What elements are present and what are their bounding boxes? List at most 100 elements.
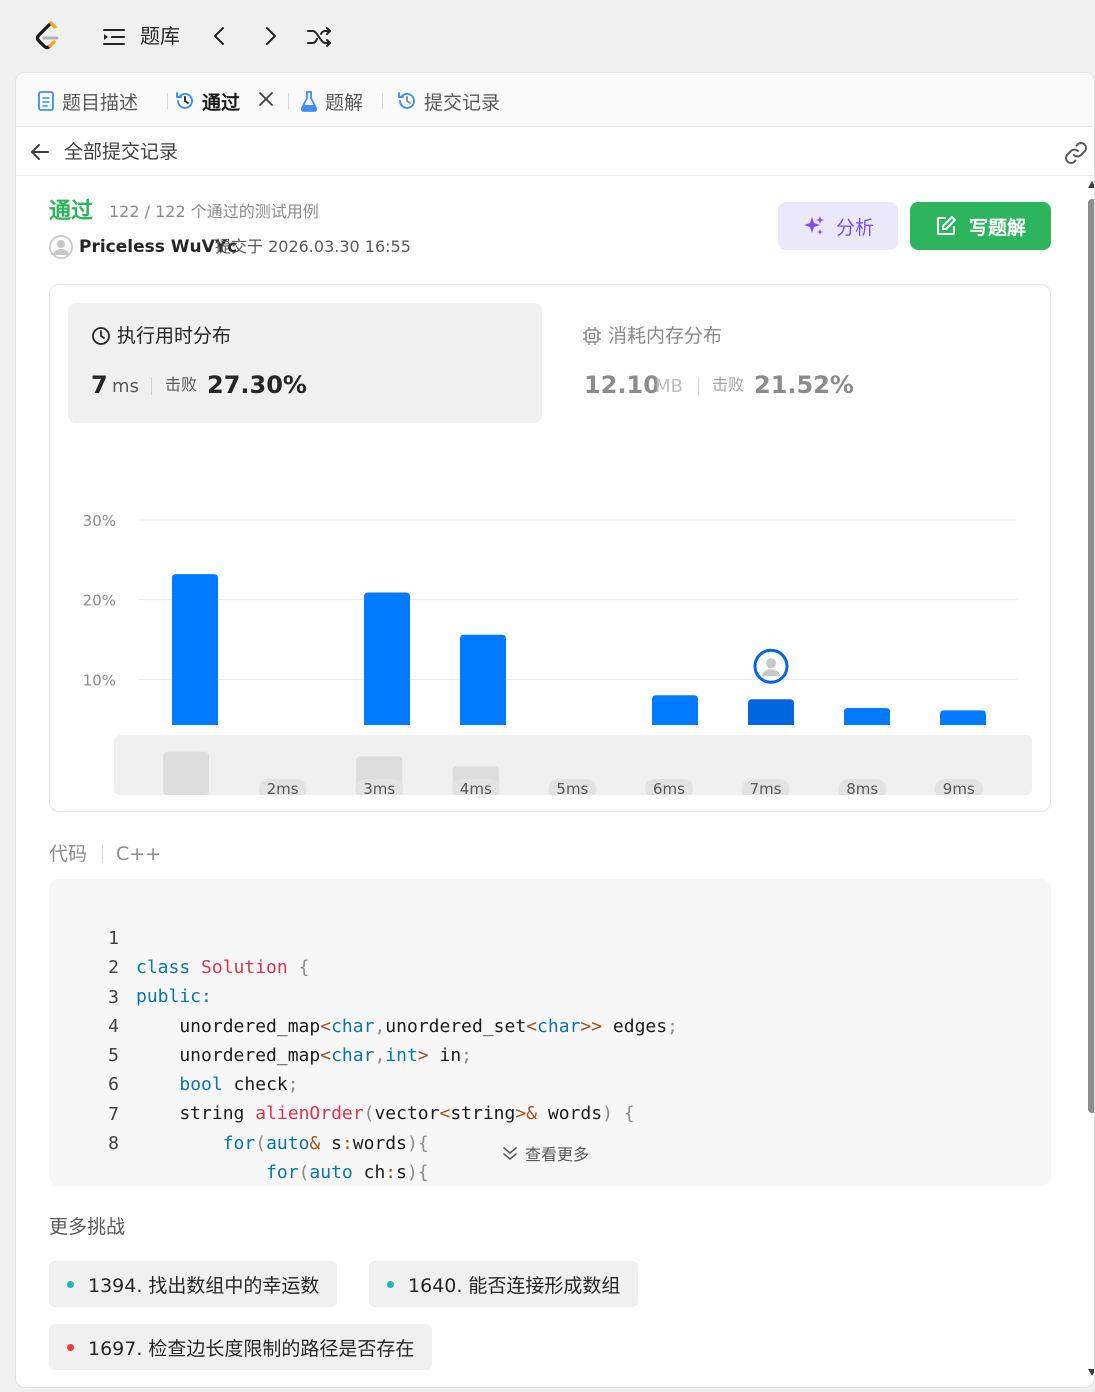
test-cases-count: 122 / 122 个通过的测试用例 [109,202,319,221]
runtime-title: 执行用时分布 [91,323,231,349]
scroll-down-arrow-icon[interactable] [1088,1369,1094,1376]
history-icon [176,92,193,109]
runtime-beat-percent: 27.30% [207,371,307,399]
runtime-beat-label: 击败 [165,375,198,394]
chevron-left-icon[interactable] [207,23,233,49]
tab-divider [167,93,168,109]
submission-panel: 题目描述 通过 题解 提交记录 全部提交记录 通过 122 / 122 个通过的… [15,72,1095,1388]
minimap-tick-label: 4ms [460,780,492,795]
code-line: 3 unordered_map<char,unordered_set<char>… [49,954,1051,1037]
tab-submissions-label: 提交记录 [424,91,501,114]
challenge-label: 1697. 检查边长度限制的路径是否存在 [88,1337,415,1360]
chart-bar[interactable] [172,574,218,725]
memory-title[interactable]: 消耗内存分布 [582,323,722,349]
challenge-label: 1640. 能否连接形成数组 [408,1274,621,1297]
sparkle-icon [803,216,824,235]
code-language: C++ [116,843,162,865]
minimap-tick-label: 8ms [846,780,878,795]
leetcode-logo-icon[interactable] [31,19,65,53]
chart-bar[interactable] [364,592,410,725]
tab-submissions[interactable]: 提交记录 [396,87,500,115]
performance-card: 执行用时分布 7 ms 击败 27.30% 消耗内存分布 12.10 MB 击败… [49,284,1051,812]
all-submissions-link[interactable]: 全部提交记录 [64,138,178,166]
tab-description[interactable]: 题目描述 [36,87,138,115]
challenge-chip[interactable]: 1697. 检查边长度限制的路径是否存在 [49,1324,433,1370]
memory-beat-label: 击败 [712,375,745,394]
divider [151,377,152,395]
y-tick-label: 10% [83,671,116,689]
memory-beat-percent: 21.52% [754,371,854,399]
minimap-tick-label: 6ms [653,780,685,795]
link-icon[interactable] [1062,139,1090,167]
code-line: 7 for(auto& s:words){ [49,1071,1051,1154]
edit-icon [936,216,956,235]
document-icon [38,91,54,111]
code-text: for(auto& s:words){ [222,1133,429,1154]
minimap-tick-label: 9ms [943,780,975,795]
challenge-chip[interactable]: 1394. 找出数组中的幸运数 [49,1261,338,1307]
difficulty-dot [67,1280,74,1288]
scrollbar-thumb[interactable] [1088,199,1094,1113]
write-solution-button[interactable]: 写题解 [910,202,1051,250]
minimap-bar [163,751,209,795]
divider [102,845,103,863]
top-bar: 题库 [0,0,1095,72]
line-number: 8 [108,1133,119,1154]
user-icon [766,658,776,669]
chart-bar[interactable] [940,710,986,725]
tab-solutions[interactable]: 题解 [299,87,363,115]
code-line: 4 unordered_map<char,int> in; [49,983,1051,1066]
write-solution-label: 写题解 [968,216,1026,239]
status-accepted: 通过 [49,199,94,224]
problem-list-icon[interactable] [101,24,127,50]
submitted-time: 提交于 2026.03.30 16:55 [215,237,411,256]
code-label: 代码 [49,843,88,865]
tab-divider [288,93,289,109]
difficulty-dot [67,1343,74,1351]
runtime-value: 7 [91,371,108,399]
runtime-unit: ms [112,376,139,397]
challenge-label: 1394. 找出数组中的幸运数 [88,1274,320,1297]
runtime-stat-box[interactable] [68,303,542,423]
tab-accepted[interactable]: 通过 [174,87,240,115]
code-line: 6 string alienOrder(vector<string>& word… [49,1041,1051,1124]
memory-title-label: 消耗内存分布 [608,325,723,347]
arrow-left-icon[interactable] [28,140,52,164]
code-text: for(auto ch:s){ [266,1162,429,1183]
author-name[interactable]: Priceless WuVYc [79,235,237,259]
runtime-chart-minimap[interactable]: 2ms 3ms 4ms 5ms 6ms 7ms 8ms 9ms [114,735,1032,795]
minimap-tick-label: 7ms [750,780,782,795]
y-tick-label: 30% [83,512,116,530]
chip-icon [583,327,601,345]
divider [698,377,699,395]
code-line: 8 for(auto ch:s){ [49,1100,1051,1183]
y-tick-label: 20% [83,592,116,610]
double-chevron-down-icon [503,1147,517,1160]
chevron-right-icon[interactable] [257,23,283,49]
clock-icon [92,327,110,345]
show-more-label: 查看更多 [525,1145,590,1164]
avatar[interactable] [49,235,73,259]
chart-bar[interactable] [652,695,698,725]
tab-bar: 题目描述 通过 题解 提交记录 [16,73,1094,127]
chart-bar[interactable] [844,708,890,725]
shuffle-icon[interactable] [305,23,333,51]
problem-bank-title[interactable]: 题库 [140,22,180,50]
minimap-tick-label: 5ms [556,780,588,795]
chart-bar[interactable] [748,699,794,725]
runtime-distribution-chart[interactable]: 30%20%10%0%2ms3ms4ms5ms6ms7ms8ms9ms [50,425,1050,725]
show-more-button[interactable]: 查看更多 [501,1141,589,1165]
challenge-chip[interactable]: 1640. 能否连接形成数组 [369,1261,639,1307]
code-line: 1 class Solution { [49,895,1051,978]
difficulty-dot [387,1280,394,1288]
analyze-button-label: 分析 [835,216,874,239]
scroll-up-arrow-icon[interactable] [1088,181,1094,188]
tab-description-label: 题目描述 [62,91,139,114]
analyze-button[interactable]: 分析 [778,202,898,250]
tab-divider [382,93,383,109]
user-icon [49,235,73,259]
minimap-tick-label: 3ms [363,780,395,795]
code-line: 2 public: [49,924,1051,1007]
chart-bar[interactable] [460,634,506,725]
close-icon[interactable] [256,89,276,109]
